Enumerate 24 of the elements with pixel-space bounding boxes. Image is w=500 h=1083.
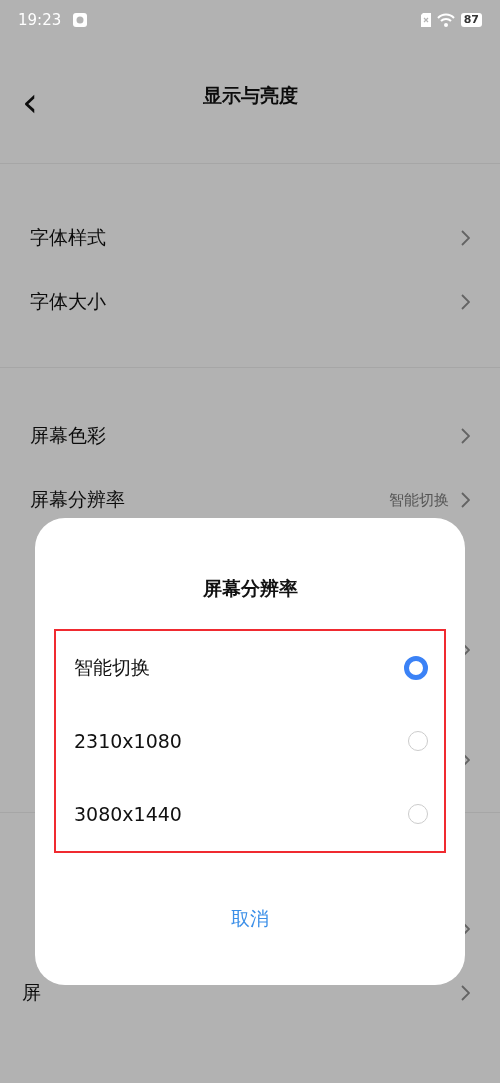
resolution-option[interactable]: 3080x1440 bbox=[74, 784, 428, 845]
chevron-icon bbox=[461, 230, 470, 246]
resolution-option[interactable]: 2310x1080 bbox=[74, 711, 428, 771]
chevron-icon bbox=[461, 492, 470, 508]
wifi-icon bbox=[436, 13, 455, 27]
setting-label: 屏幕分辨率 bbox=[30, 487, 125, 512]
cancel-button[interactable]: 取消 bbox=[217, 900, 283, 938]
notification-icon bbox=[73, 13, 88, 27]
battery-level: 87 bbox=[460, 13, 482, 27]
setting-value: 智能切换 bbox=[389, 490, 449, 510]
sim-card-icon bbox=[420, 13, 431, 27]
setting-label: 字体大小 bbox=[30, 289, 106, 314]
status-time: 19:23 bbox=[18, 11, 62, 29]
back-button[interactable]: ‹ bbox=[22, 82, 38, 122]
setting-label: 屏 bbox=[22, 980, 41, 1005]
page-title: 显示与亮度 bbox=[202, 82, 298, 108]
setting-label: 屏幕色彩 bbox=[30, 423, 106, 448]
chevron-icon bbox=[461, 985, 470, 1001]
chevron-icon bbox=[461, 294, 470, 310]
dialog-title: 屏幕分辨率 bbox=[202, 576, 298, 601]
radio-button[interactable] bbox=[404, 655, 428, 680]
resolution-option[interactable]: 智能切换 bbox=[74, 637, 428, 698]
setting-label: 字体样式 bbox=[30, 225, 106, 250]
chevron-icon bbox=[461, 428, 470, 444]
